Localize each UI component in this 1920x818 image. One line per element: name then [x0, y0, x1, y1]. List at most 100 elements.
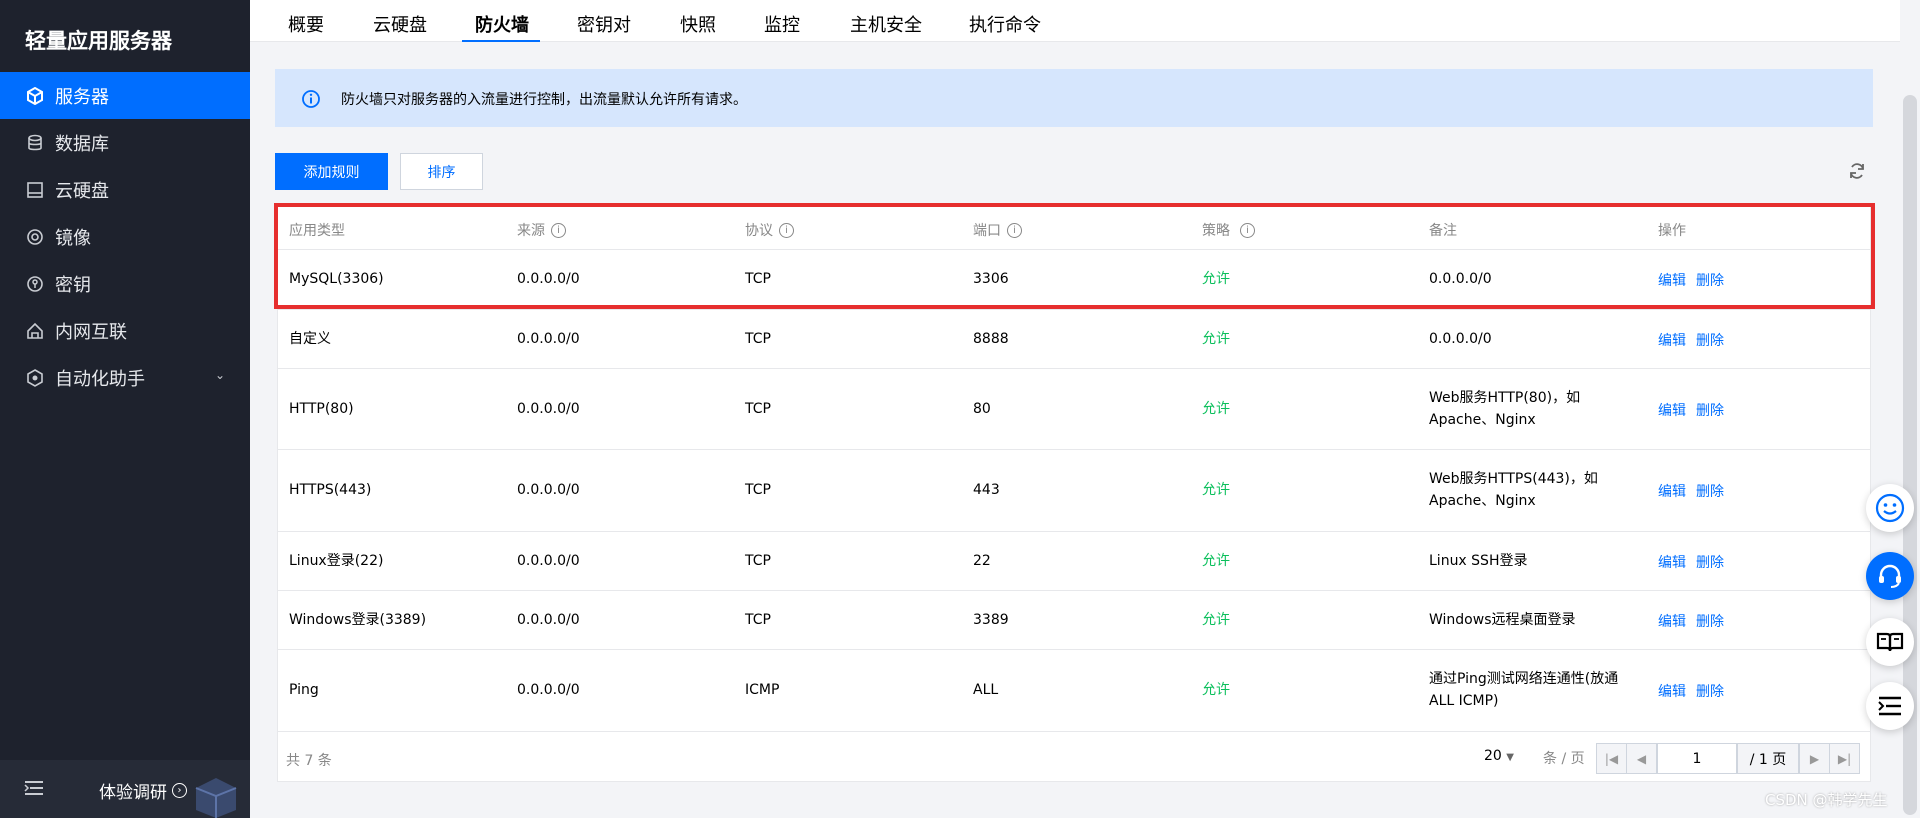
row-actions: 编辑 删除 — [1658, 552, 1734, 572]
list-icon — [1878, 696, 1901, 716]
note-line: Web服务HTTPS(443)，如 — [1429, 471, 1598, 487]
note-line: Web服务HTTP(80)，如 — [1429, 390, 1581, 406]
tab-overview[interactable]: 概要 — [288, 11, 324, 37]
note-line: 通过Ping测试网络连通性(放通 — [1429, 671, 1619, 687]
cell-note: Linux SSH登录 — [1429, 550, 1649, 572]
note-line: Apache、Nginx — [1429, 412, 1536, 428]
add-rule-button[interactable]: 添加规则 — [275, 153, 388, 190]
delete-link[interactable]: 删除 — [1696, 333, 1724, 349]
edit-link[interactable]: 编辑 — [1658, 484, 1686, 500]
cell-policy: 允许 — [1202, 482, 1230, 498]
cell-port: 443 — [973, 482, 1000, 498]
tab-monitor[interactable]: 监控 — [764, 11, 800, 37]
tab-disk[interactable]: 云硬盘 — [373, 11, 427, 37]
feedback-button[interactable] — [1866, 484, 1914, 532]
watermark: CSDN @韩学先生 — [1765, 791, 1888, 809]
database-icon — [25, 133, 45, 153]
delete-link[interactable]: 删除 — [1696, 684, 1724, 700]
arrow-right-icon: › — [172, 783, 187, 798]
cell-protocol: TCP — [745, 401, 771, 417]
first-page-icon[interactable]: |◀ — [1596, 743, 1627, 774]
cell-source: 0.0.0.0/0 — [517, 401, 580, 417]
edit-link[interactable]: 编辑 — [1658, 614, 1686, 630]
refresh-icon[interactable] — [1848, 162, 1866, 184]
edit-link[interactable]: 编辑 — [1658, 555, 1686, 571]
pagination: 共 7 条 20 ▼ 条 / 页 |◀ ◀ 1 / 1 页 ▶ ▶| — [277, 732, 1871, 782]
sidebar-item-database[interactable]: 数据库 — [0, 119, 250, 166]
info-alert: 防火墙只对服务器的入流量进行控制，出流量默认允许所有请求。 — [275, 69, 1873, 127]
row-actions: 编辑 删除 — [1658, 611, 1734, 631]
last-page-icon[interactable]: ▶| — [1829, 743, 1860, 774]
note-line: ALL ICMP) — [1429, 693, 1499, 709]
survey-label: 体验调研 — [99, 783, 167, 803]
server-icon — [25, 86, 45, 106]
page-size-select[interactable]: 20 ▼ — [1484, 748, 1514, 764]
cell-port: 80 — [973, 401, 991, 417]
cell-note: Windows远程桌面登录 — [1429, 609, 1649, 631]
sidebar-item-label: 云硬盘 — [55, 180, 109, 202]
cell-app: HTTPS(443) — [289, 482, 372, 498]
support-button[interactable] — [1866, 552, 1914, 600]
collapse-menu-icon[interactable] — [24, 780, 44, 800]
row-actions: 编辑 删除 — [1658, 481, 1734, 501]
tab-firewall[interactable]: 防火墙 — [475, 11, 529, 37]
delete-link[interactable]: 删除 — [1696, 555, 1724, 571]
table-row: Ping 0.0.0.0/0 ICMP ALL 允许 通过Ping测试网络连通性… — [278, 650, 1870, 731]
edit-link[interactable]: 编辑 — [1658, 333, 1686, 349]
table-row: 自定义 0.0.0.0/0 TCP 8888 允许 0.0.0.0/0 编辑 删除 — [278, 310, 1870, 369]
sidebar-item-label: 镜像 — [55, 227, 91, 249]
active-tab-indicator — [462, 40, 540, 42]
delete-link[interactable]: 删除 — [1696, 614, 1724, 630]
note-line: Windows远程桌面登录 — [1429, 612, 1576, 628]
cell-source: 0.0.0.0/0 — [517, 612, 580, 628]
sidebar-item-key[interactable]: 密钥 — [0, 260, 250, 307]
total-count: 共 7 条 — [286, 753, 332, 769]
cell-policy: 允许 — [1202, 401, 1230, 417]
sidebar-item-server[interactable]: 服务器 — [0, 72, 250, 119]
cell-protocol: TCP — [745, 331, 771, 347]
survey-link[interactable]: 体验调研 › — [99, 778, 187, 803]
cell-policy: 允许 — [1202, 331, 1230, 347]
edit-link[interactable]: 编辑 — [1658, 684, 1686, 700]
menu-button[interactable] — [1866, 682, 1914, 730]
page-size-value: 20 — [1484, 748, 1502, 764]
page-size-unit: 条 / 页 — [1543, 751, 1585, 767]
docs-button[interactable] — [1866, 618, 1914, 666]
cell-protocol: ICMP — [745, 682, 780, 698]
cell-app: Linux登录(22) — [289, 553, 384, 569]
sort-button[interactable]: 排序 — [400, 153, 483, 190]
cell-app: HTTP(80) — [289, 401, 354, 417]
sidebar-item-network[interactable]: 内网互联 — [0, 307, 250, 354]
delete-link[interactable]: 删除 — [1696, 403, 1724, 419]
cell-app: Ping — [289, 682, 319, 698]
page-input[interactable]: 1 — [1657, 743, 1737, 774]
cell-protocol: TCP — [745, 553, 771, 569]
sidebar-item-label: 数据库 — [55, 133, 109, 155]
prev-page-icon[interactable]: ◀ — [1626, 743, 1657, 774]
tab-exec-command[interactable]: 执行命令 — [969, 11, 1041, 37]
tab-snapshot[interactable]: 快照 — [680, 11, 716, 37]
sidebar-footer: 体验调研 › — [0, 760, 250, 818]
cell-port: ALL — [973, 682, 999, 698]
sidebar-item-automation[interactable]: 自动化助手 ⌄ — [0, 354, 250, 401]
cell-policy: 允许 — [1202, 682, 1230, 698]
cell-protocol: TCP — [745, 482, 771, 498]
cell-protocol: TCP — [745, 612, 771, 628]
sidebar-item-image[interactable]: 镜像 — [0, 213, 250, 260]
cell-policy: 允许 — [1202, 553, 1230, 569]
book-icon — [1876, 632, 1904, 652]
next-page-icon[interactable]: ▶ — [1799, 743, 1830, 774]
table-row: Linux登录(22) 0.0.0.0/0 TCP 22 允许 Linux SS… — [278, 532, 1870, 591]
sidebar-item-disk[interactable]: 云硬盘 — [0, 166, 250, 213]
sidebar-item-label: 密钥 — [55, 274, 91, 296]
key-icon — [25, 274, 45, 294]
edit-link[interactable]: 编辑 — [1658, 403, 1686, 419]
delete-link[interactable]: 删除 — [1696, 484, 1724, 500]
table-row: HTTPS(443) 0.0.0.0/0 TCP 443 允许 Web服务HTT… — [278, 450, 1870, 532]
tab-keypair[interactable]: 密钥对 — [577, 11, 631, 37]
automation-icon — [25, 368, 45, 388]
note-line: 0.0.0.0/0 — [1429, 331, 1492, 347]
cell-policy: 允许 — [1202, 612, 1230, 628]
tab-host-security[interactable]: 主机安全 — [850, 11, 922, 37]
row-actions: 编辑 删除 — [1658, 681, 1734, 701]
